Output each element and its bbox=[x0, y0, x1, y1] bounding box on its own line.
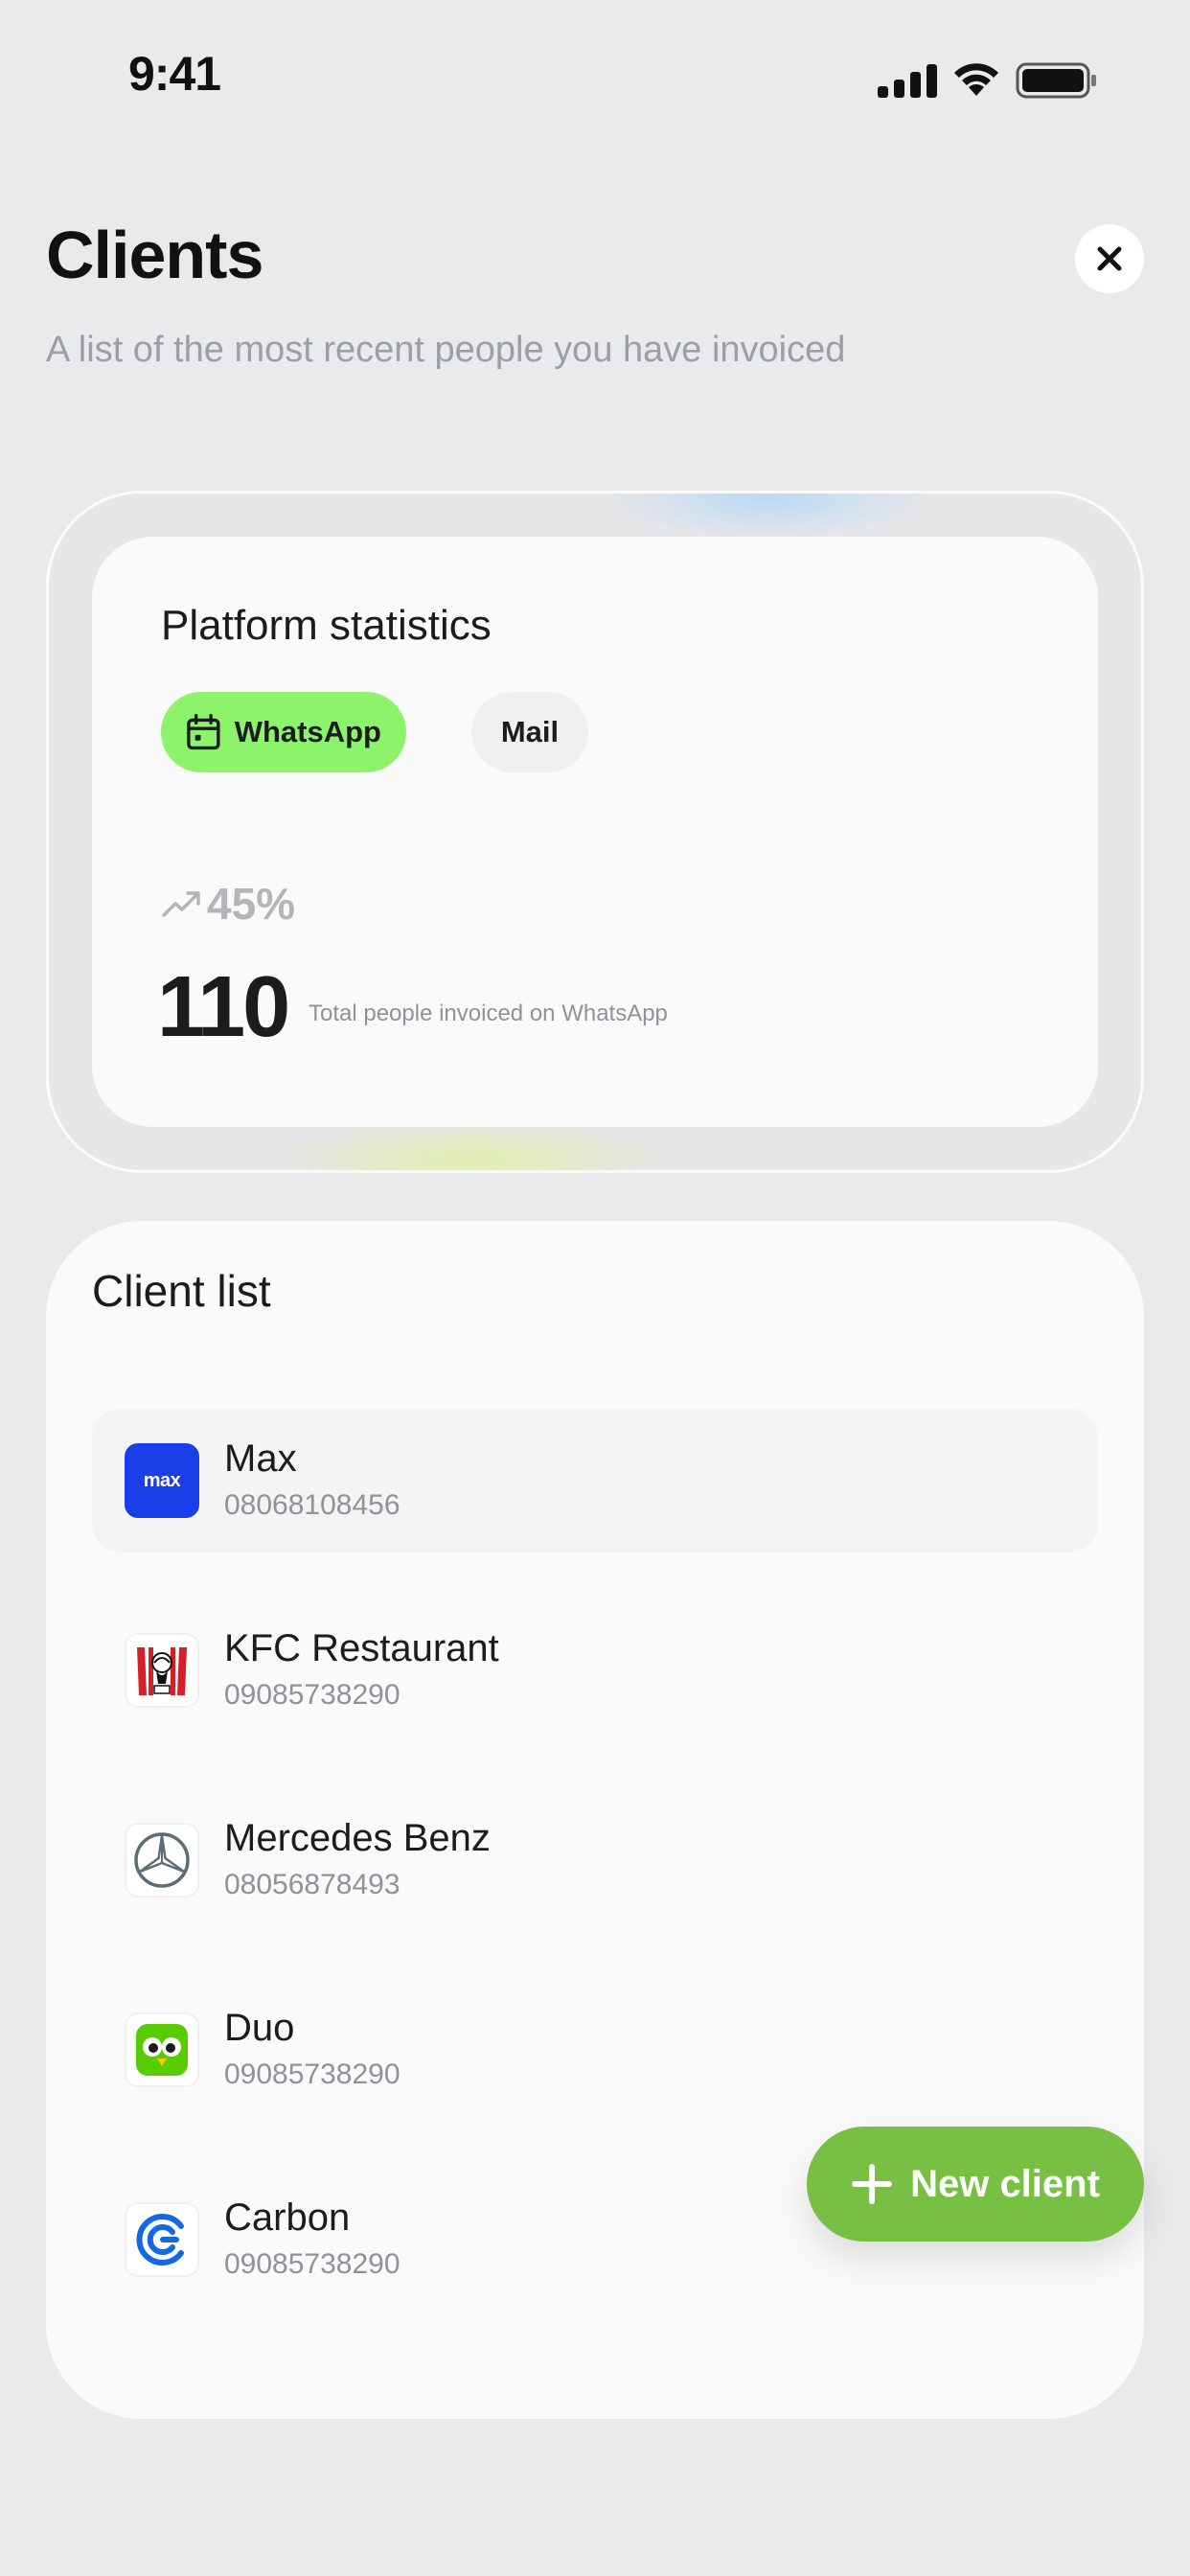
battery-icon bbox=[1016, 61, 1098, 100]
client-name: Mercedes Benz bbox=[224, 1817, 491, 1859]
total-invoiced-caption: Total people invoiced on WhatsApp bbox=[309, 1000, 668, 1026]
growth-percent: 45% bbox=[207, 879, 296, 929]
client-phone: 09085738290 bbox=[224, 2248, 400, 2280]
client-phone: 08056878493 bbox=[224, 1869, 400, 1900]
trending-up-icon bbox=[162, 891, 200, 917]
client-name: KFC Restaurant bbox=[224, 1627, 499, 1669]
clients-screen: 9:41 Clients A list of the most recent p… bbox=[0, 0, 1190, 2576]
mercedes-logo bbox=[125, 1823, 199, 1898]
client-row-duo[interactable]: Duo 09085738290 bbox=[92, 1978, 1098, 2122]
max-logo: max bbox=[125, 1443, 199, 1518]
carbon-logo bbox=[125, 2202, 199, 2277]
duolingo-owl-logo bbox=[125, 2012, 199, 2087]
status-time: 9:41 bbox=[128, 47, 221, 101]
client-row-max[interactable]: max Max 08068108456 bbox=[92, 1409, 1098, 1552]
cellular-signal-icon bbox=[878, 63, 937, 98]
wifi-icon bbox=[952, 63, 1000, 98]
calendar-icon bbox=[187, 713, 220, 750]
tab-mail-label: Mail bbox=[500, 715, 560, 748]
kfc-logo bbox=[125, 1633, 199, 1708]
client-row-kfc-restaurant[interactable]: KFC Restaurant 09085738290 bbox=[92, 1598, 1098, 1742]
new-client-button[interactable]: New client bbox=[807, 2127, 1144, 2242]
tab-mail[interactable]: Mail bbox=[471, 692, 588, 772]
client-row-mercedes-benz[interactable]: Mercedes Benz 08056878493 bbox=[92, 1788, 1098, 1932]
close-icon bbox=[1097, 246, 1122, 271]
client-phone: 09085738290 bbox=[224, 1679, 400, 1711]
close-button[interactable] bbox=[1075, 224, 1144, 293]
platform-stats-panel: Platform statistics WhatsApp Mail 45% 11… bbox=[92, 537, 1098, 1127]
tab-whatsapp[interactable]: WhatsApp bbox=[161, 692, 406, 772]
growth-indicator: 45% bbox=[161, 878, 295, 930]
client-phone: 09085738290 bbox=[224, 2058, 400, 2090]
stats-title: Platform statistics bbox=[161, 602, 492, 649]
platform-stats-card: Platform statistics WhatsApp Mail 45% 11… bbox=[46, 491, 1144, 1173]
client-name: Max bbox=[224, 1438, 297, 1480]
client-name: Duo bbox=[224, 2007, 295, 2049]
page-subtitle: A list of the most recent people you hav… bbox=[46, 330, 846, 370]
new-client-label: New client bbox=[910, 2162, 1100, 2205]
client-list-title: Client list bbox=[92, 1266, 271, 1316]
tab-whatsapp-label: WhatsApp bbox=[234, 715, 381, 748]
client-phone: 08068108456 bbox=[224, 1489, 400, 1521]
client-name: Carbon bbox=[224, 2196, 351, 2239]
page-title: Clients bbox=[46, 218, 263, 292]
plus-icon bbox=[852, 2164, 893, 2204]
total-invoiced-count: 110 bbox=[157, 959, 290, 1055]
status-icons bbox=[878, 61, 1098, 100]
decorative-glow bbox=[605, 494, 930, 541]
